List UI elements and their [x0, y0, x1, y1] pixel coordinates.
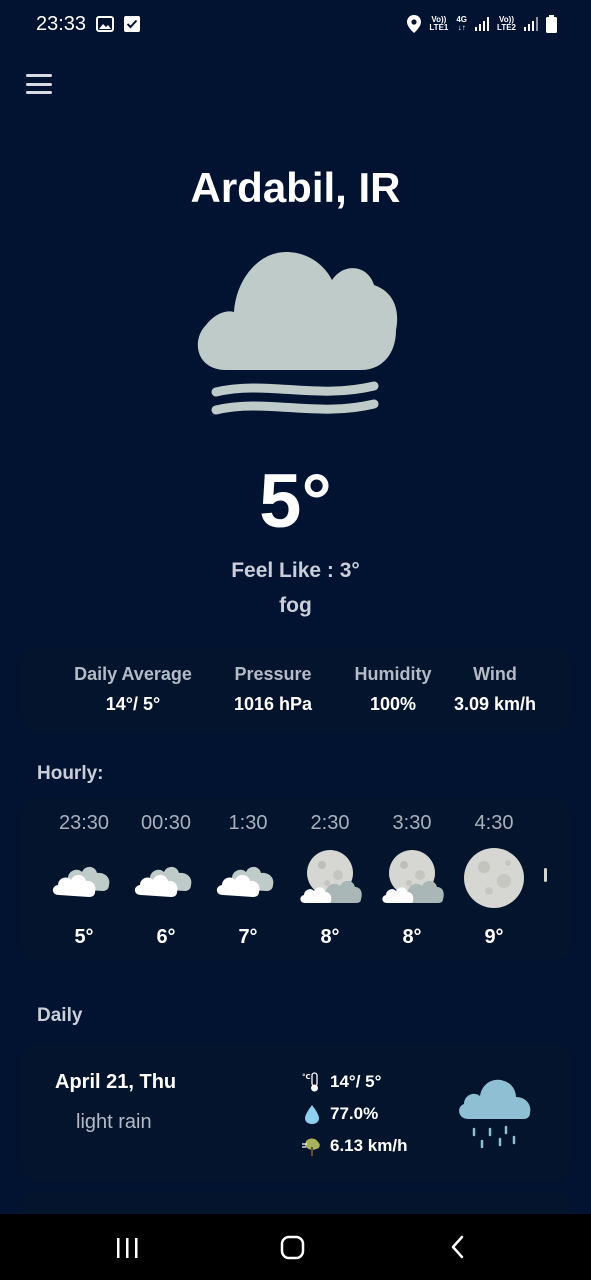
- stat-label: Pressure: [234, 664, 312, 684]
- feels-like: Feel Like : 3°: [231, 559, 360, 582]
- hourly-title: Hourly:: [37, 763, 104, 784]
- day-date: April 21, Thu: [55, 1071, 177, 1093]
- gallery-icon: [96, 16, 115, 32]
- hourly-item[interactable]: 2:30 8°: [289, 812, 371, 949]
- network-type: 4G ↓↑: [456, 15, 468, 32]
- next-hour-peek: [544, 868, 547, 882]
- hour-time: 2:30: [310, 812, 350, 834]
- hour-temp: 5°: [74, 926, 94, 948]
- hourly-item[interactable]: 1:30 7°: [207, 812, 289, 949]
- status-bar: 23:33 Vo)) LTE1 4G ↓↑ Vo)) LTE2: [0, 0, 591, 48]
- stat-label: Daily Average: [74, 664, 192, 684]
- battery-icon: [546, 15, 557, 33]
- daily-title: Daily: [37, 1005, 83, 1026]
- cloudy-icon: [52, 866, 110, 897]
- day-humidity: 77.0%: [330, 1104, 379, 1123]
- hourly-list[interactable]: 23:30 5° 00:30 6° 1:30 7° 2:30 8° 3:30 8…: [22, 798, 570, 960]
- city-name: Ardabil, IR: [190, 164, 401, 211]
- cloudy-icon: [134, 866, 192, 897]
- full-moon-icon: [464, 848, 524, 908]
- daily-item[interactable]: April 21, Thu light rain °C 14°/ 5° 77.0…: [22, 1045, 570, 1181]
- water-drop-icon: [305, 1105, 319, 1124]
- fog-icon: [197, 252, 398, 415]
- sim1-volte: Vo)) LTE1: [429, 15, 449, 32]
- hour-time: 23:30: [58, 812, 110, 834]
- moon-cloud-icon: [382, 850, 444, 903]
- cloudy-icon: [216, 866, 274, 897]
- stat-label: Wind: [473, 664, 517, 684]
- stat-label: Humidity: [354, 664, 432, 684]
- hour-temp: 6°: [156, 926, 176, 948]
- hour-temp: 9°: [484, 926, 504, 948]
- sim2-volte: Vo)) LTE2: [497, 15, 516, 32]
- day-wind: 6.13 km/h: [330, 1136, 408, 1155]
- hourly-item[interactable]: 3:30 8°: [371, 812, 453, 949]
- stat-value: 14°/ 5°: [105, 694, 161, 714]
- hour-time: 4:30: [474, 812, 514, 834]
- current-condition: fog: [279, 594, 312, 617]
- stat-value: 100%: [369, 694, 417, 714]
- location-icon: [407, 15, 422, 33]
- stat-humidity: Humidity 100%: [348, 664, 438, 715]
- back-icon[interactable]: [448, 1232, 468, 1262]
- status-time: 23:33: [36, 12, 87, 35]
- stat-wind: Wind 3.09 km/h: [448, 664, 542, 715]
- day-temp-row: °C 14°/ 5°: [302, 1071, 381, 1093]
- recent-apps-icon[interactable]: [116, 1232, 140, 1262]
- day-description: light rain: [76, 1111, 152, 1133]
- day-humidity-row: 77.0%: [302, 1103, 378, 1125]
- hour-temp: 7°: [238, 926, 258, 948]
- hour-temp: 8°: [402, 926, 422, 948]
- stat-pressure: Pressure 1016 hPa: [218, 664, 328, 715]
- system-nav-bar: [0, 1214, 591, 1280]
- stat-value: 3.09 km/h: [453, 694, 537, 714]
- hourly-item[interactable]: 00:30 6°: [125, 812, 207, 949]
- hour-time: 3:30: [392, 812, 432, 834]
- svg-text:°C: °C: [302, 1073, 311, 1081]
- day-wind-row: 6.13 km/h: [302, 1135, 408, 1157]
- hour-time: 00:30: [140, 812, 192, 834]
- day-temp-range: 14°/ 5°: [330, 1072, 382, 1091]
- stats-card: Daily Average 14°/ 5° Pressure 1016 hPa …: [22, 648, 570, 732]
- signal-icon-2: [524, 17, 538, 31]
- rain-cloud-icon: [459, 1079, 531, 1149]
- checkbox-icon: [124, 16, 141, 32]
- current-temperature: 5°: [259, 459, 332, 544]
- moon-cloud-icon: [300, 850, 362, 903]
- stat-value: 1016 hPa: [233, 694, 313, 714]
- menu-icon[interactable]: [26, 74, 52, 94]
- home-icon[interactable]: [279, 1232, 307, 1262]
- stat-daily-average: Daily Average 14°/ 5°: [68, 664, 198, 715]
- hour-temp: 8°: [320, 926, 340, 948]
- hourly-item[interactable]: 4:30 9°: [453, 812, 535, 949]
- signal-icon: [475, 17, 490, 31]
- wind-tree-icon: [302, 1138, 320, 1156]
- hourly-item[interactable]: 23:30 5°: [43, 812, 125, 949]
- hour-time: 1:30: [228, 812, 268, 834]
- thermometer-icon: °C: [302, 1072, 318, 1092]
